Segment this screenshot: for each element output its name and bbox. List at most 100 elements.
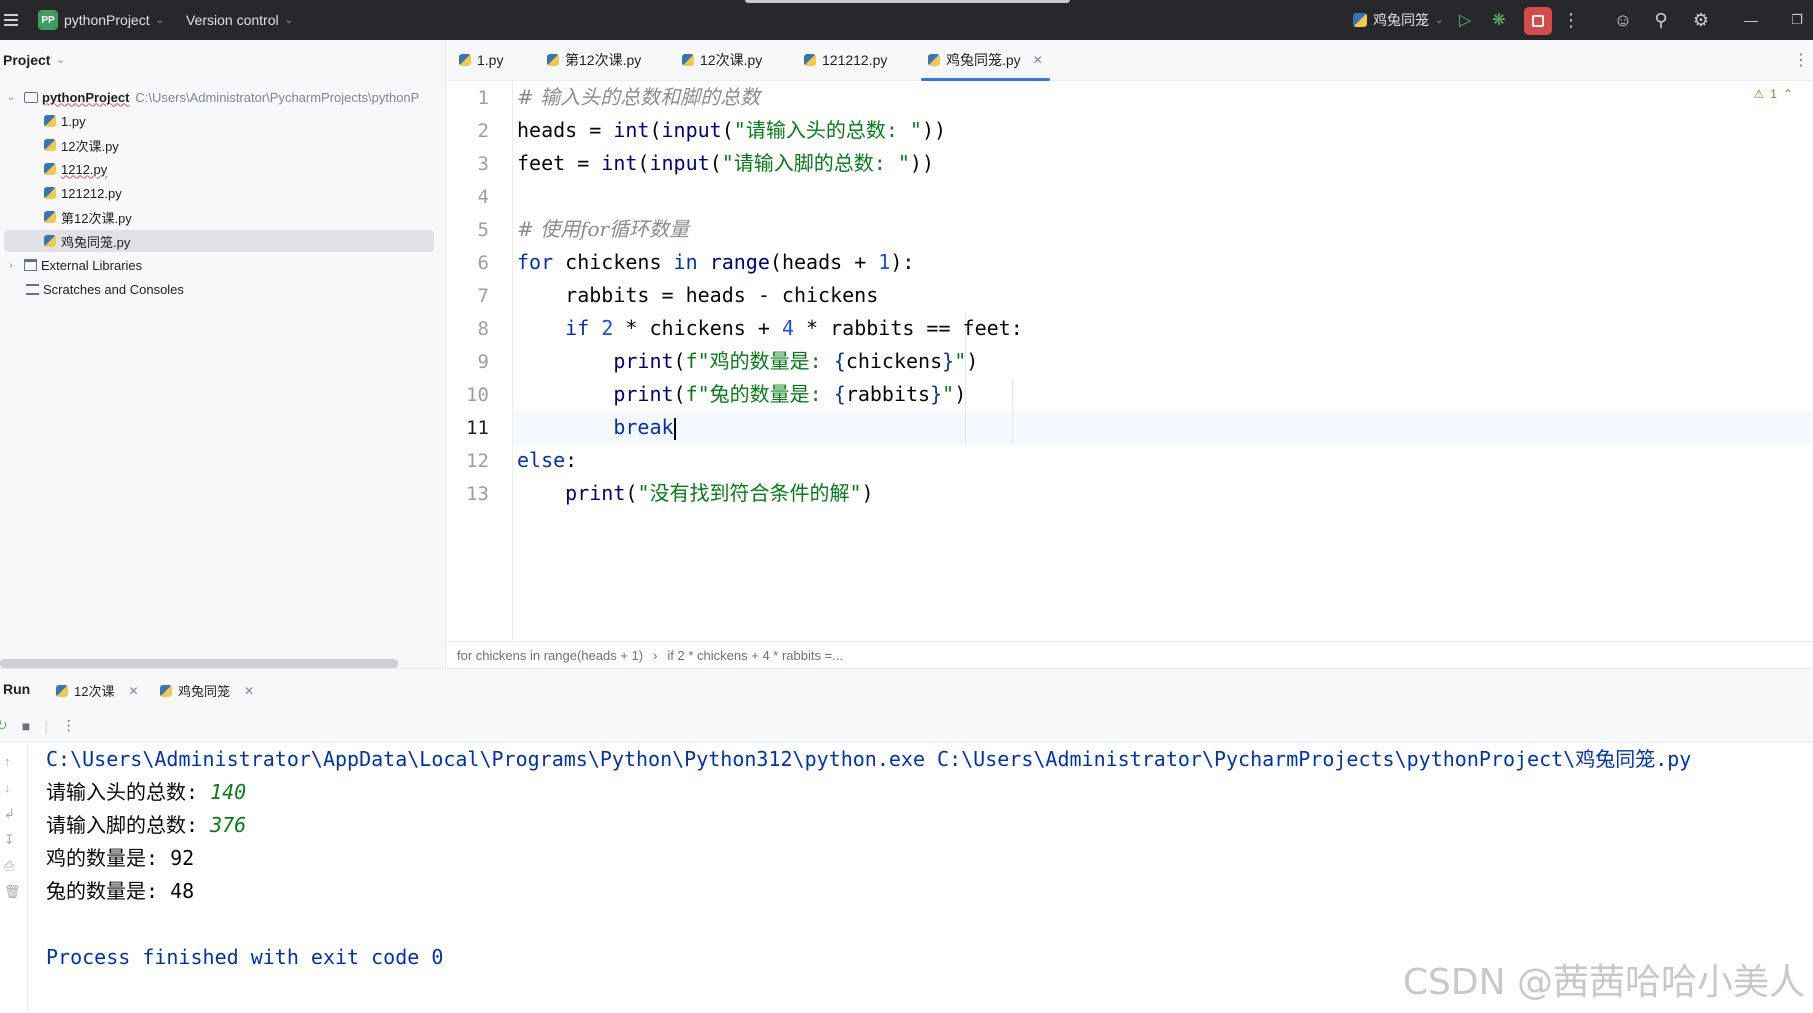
run-icon[interactable]: ▷ [1452, 0, 1478, 40]
warning-count: 1 [1770, 87, 1777, 101]
python-file-icon [56, 684, 68, 697]
token: { [833, 349, 846, 373]
project-switcher[interactable]: pythonProject ⌄ [64, 0, 164, 40]
tab-1-py[interactable]: 1.py [459, 40, 503, 80]
breadcrumb-item[interactable]: if 2 * chickens + 4 * rabbits =... [667, 648, 843, 663]
debug-icon[interactable]: ❋ [1486, 0, 1512, 40]
python-file-icon [44, 163, 56, 175]
token: )) [921, 118, 947, 142]
comment: # 使用for循环数量 [517, 217, 690, 241]
close-icon[interactable]: ✕ [244, 684, 254, 698]
breadcrumb-item[interactable]: for chickens in range(heads + 1) [457, 648, 643, 663]
console-user-input: 140 [210, 780, 247, 804]
tree-file[interactable]: 第12次课.py [0, 206, 440, 228]
more-icon[interactable]: ⋮ [1793, 50, 1809, 70]
version-control-menu[interactable]: Version control ⌄ [186, 0, 293, 40]
token: = [577, 118, 614, 142]
tab-12cike-py[interactable]: 12次课.py [682, 40, 762, 80]
line-number: 12 [466, 450, 489, 472]
window-drag-handle[interactable] [745, 0, 1070, 3]
console-prompt: 请输入头的总数: [46, 780, 211, 804]
rerun-icon[interactable]: ↻ [0, 717, 8, 734]
token: rabbits = heads - chickens [565, 283, 879, 307]
expand-arrow-icon[interactable]: ⌄ [4, 92, 18, 103]
tab-label: 12次课.py [700, 52, 763, 68]
horizontal-scrollbar[interactable] [0, 659, 398, 668]
python-file-icon [804, 54, 816, 66]
line-number: 2 [477, 120, 489, 142]
code-line: feet = int(input("请输入脚的总数: ")) [517, 147, 934, 180]
minimize-icon[interactable]: — [1738, 0, 1764, 40]
chevron-right-icon: › [653, 647, 658, 663]
menu-icon[interactable] [0, 0, 20, 40]
run-panel-header: Run 12次课 ✕ 鸡兔同笼 ✕ [0, 669, 1813, 712]
stop-icon[interactable]: ■ [22, 718, 30, 734]
soft-wrap-icon[interactable]: ↲ [4, 806, 15, 822]
title-bar: PP pythonProject ⌄ Version control ⌄ 鸡兔同… [0, 0, 1813, 40]
close-icon[interactable]: ✕ [128, 684, 138, 698]
file-name: 12次课.py [61, 138, 119, 154]
add-user-icon[interactable]: ☺ [1610, 0, 1636, 40]
tree-file-selected[interactable]: 鸡兔同笼.py [4, 230, 434, 252]
arrow-up-icon[interactable]: ↑ [4, 754, 11, 769]
python-file-icon [44, 211, 56, 223]
chevron-right-icon[interactable]: › [4, 260, 18, 271]
string-literal: "请输入脚的总数: " [721, 151, 910, 175]
tree-external-libraries[interactable]: › External Libraries [0, 254, 440, 276]
token: ( [673, 382, 686, 406]
more-icon[interactable]: ⋮ [62, 717, 76, 734]
more-icon[interactable]: ⋮ [1558, 0, 1584, 40]
comment: # 输入头的总数和脚的总数 [517, 85, 761, 109]
close-icon[interactable]: ✕ [1033, 53, 1043, 67]
python-file-icon [1353, 13, 1367, 27]
console-line: 鸡的数量是: 92 [46, 846, 195, 870]
project-panel-header[interactable]: Project ⌄ [3, 52, 65, 68]
tree-file[interactable]: 1212.py [0, 158, 440, 180]
python-file-icon [459, 54, 471, 66]
python-file-icon [44, 235, 56, 247]
line-gutter: 1 2 3 4 5 6 7 8 9 10 11 12 13 [447, 81, 513, 641]
tree-file[interactable]: 121212.py [0, 182, 440, 204]
token: input [649, 151, 710, 175]
tab-jitutonglong-py[interactable]: 鸡兔同笼.py ✕ [921, 40, 1050, 81]
tab-di12cike-py[interactable]: 第12次课.py [547, 40, 641, 80]
token: heads [517, 118, 578, 142]
run-config-label: 鸡兔同笼 [1373, 12, 1429, 28]
print-icon[interactable]: ⎙ [4, 858, 14, 874]
token: ) [966, 349, 979, 373]
inspection-widget[interactable]: ⚠ 1 ⌃ [1753, 87, 1793, 101]
scroll-to-end-icon[interactable]: ↧ [4, 832, 15, 848]
tab-121212-py[interactable]: 121212.py [804, 40, 887, 80]
python-file-icon [928, 54, 940, 66]
python-file-icon [44, 187, 56, 199]
run-tab-12cike[interactable]: 12次课 ✕ [56, 681, 139, 700]
run-tab-jitutonglong[interactable]: 鸡兔同笼 ✕ [151, 681, 261, 712]
line-number: 3 [477, 153, 489, 175]
line-number: 1 [477, 87, 489, 109]
token: print [613, 382, 674, 406]
code-line: # 输入头的总数和脚的总数 [517, 81, 760, 114]
code-editor[interactable]: 1 2 3 4 5 6 7 8 9 10 11 12 13 ⚠ 1 ⌃ # 输入… [447, 81, 1813, 663]
number-literal: 1 [878, 250, 891, 274]
stop-button[interactable] [1524, 7, 1552, 35]
token: = [565, 151, 602, 175]
chevron-down-icon: ⌄ [155, 14, 164, 26]
search-icon[interactable]: ⚲ [1648, 0, 1674, 40]
run-config-selector[interactable]: 鸡兔同笼 ⌄ [1353, 0, 1443, 40]
chevron-up-icon[interactable]: ⌃ [1783, 87, 1793, 101]
arrow-down-icon[interactable]: ↓ [4, 780, 11, 795]
settings-icon[interactable]: ⚙ [1688, 0, 1714, 40]
tree-file[interactable]: 12次课.py [0, 134, 440, 156]
tree-scratches[interactable]: Scratches and Consoles [0, 278, 440, 300]
tree-root[interactable]: ⌄ pythonProject C:\Users\Administrator\P… [0, 86, 440, 108]
console-user-input: 376 [210, 813, 247, 837]
restore-icon[interactable]: ❐ [1784, 0, 1810, 40]
tree-file[interactable]: 1.py [0, 110, 440, 132]
keyword: if [565, 316, 590, 340]
token: ( [637, 151, 650, 175]
code-line: break [517, 411, 676, 444]
version-control-label: Version control [186, 12, 279, 28]
root-folder-path: C:\Users\Administrator\PycharmProjects\p… [135, 89, 420, 105]
token: * rabbits == feet: [793, 316, 1023, 340]
trash-icon[interactable]: 🗑 [4, 884, 21, 900]
